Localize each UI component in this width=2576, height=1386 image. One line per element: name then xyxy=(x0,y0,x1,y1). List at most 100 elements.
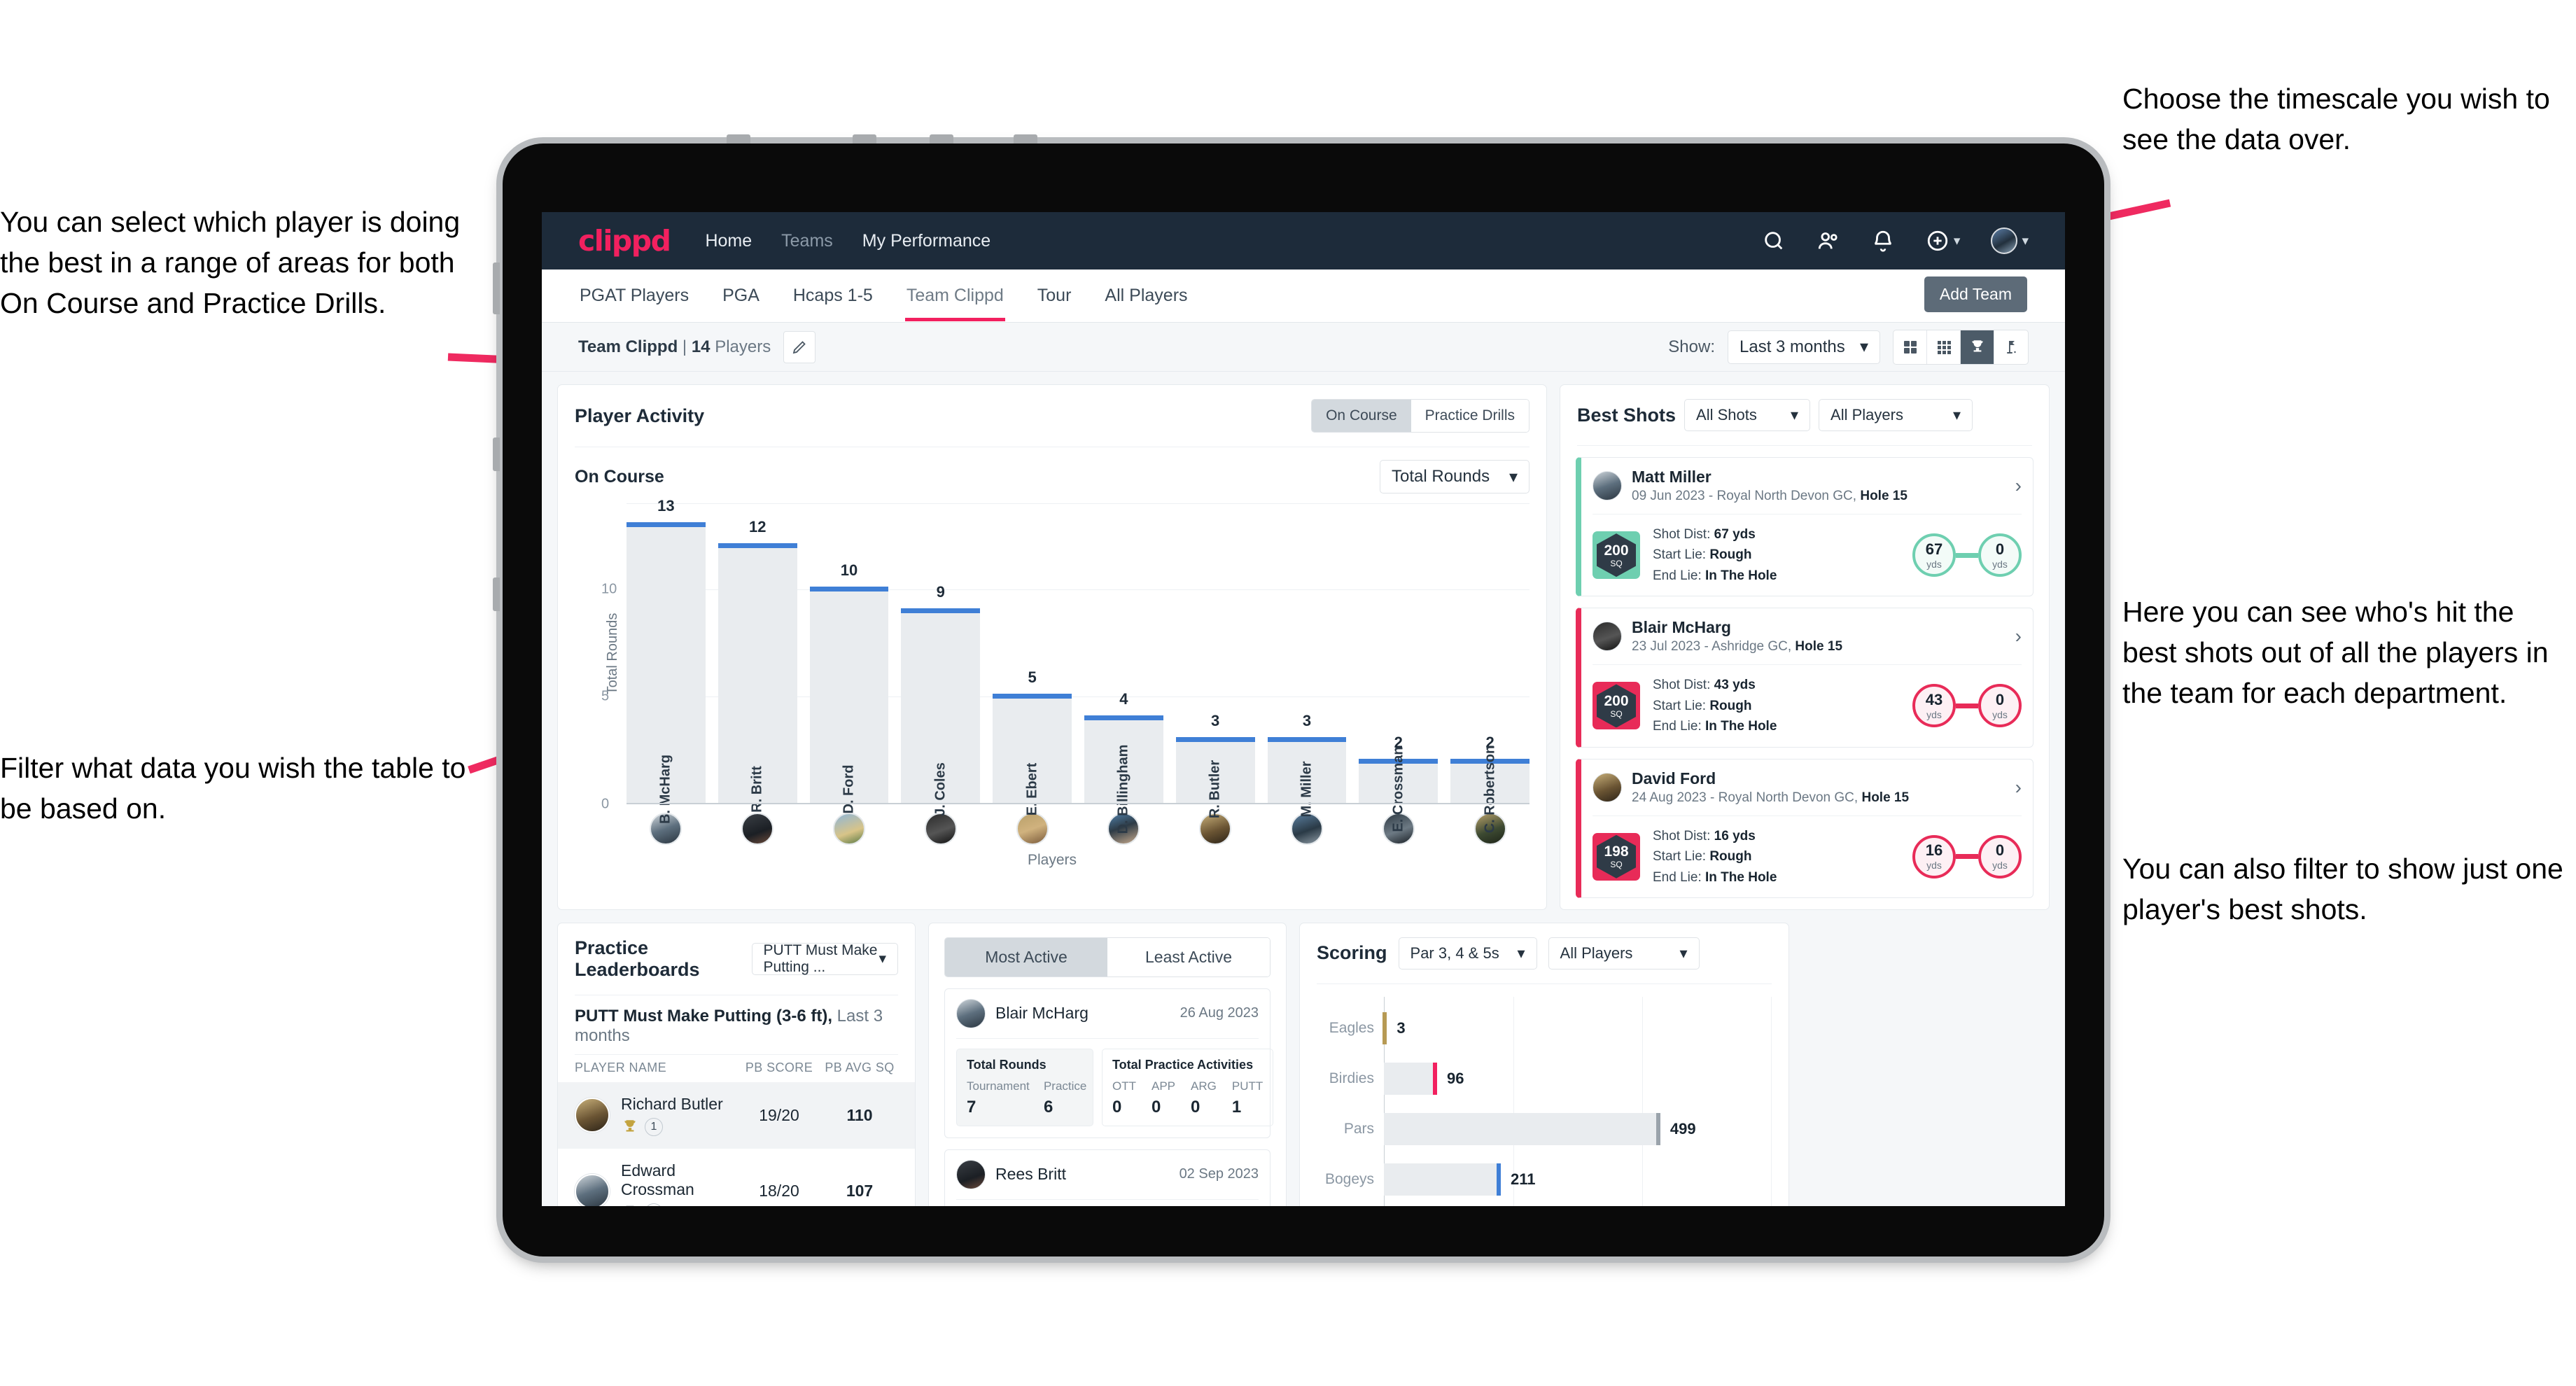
search-icon[interactable] xyxy=(1762,229,1786,253)
bar[interactable]: D. Ford xyxy=(809,586,889,814)
bar-column: 2 C. Robertson xyxy=(1450,503,1530,833)
trophy-icon[interactable] xyxy=(1961,330,1994,364)
device-button xyxy=(727,134,750,144)
tab-pga[interactable]: PGA xyxy=(721,270,761,321)
clippd-logo[interactable]: clippd xyxy=(578,224,671,258)
best-shot-card[interactable]: Blair McHarg 23 Jul 2023 - Ashridge GC, H… xyxy=(1576,608,2033,748)
shot-quality-badge: 198 SQ xyxy=(1592,832,1640,881)
scoring-bar-row: Pars 499 xyxy=(1317,1112,1772,1145)
avatar[interactable] xyxy=(1991,227,2018,254)
y-tick-10: 10 xyxy=(601,581,617,597)
tab-most-active[interactable]: Most Active xyxy=(945,937,1107,976)
best-shot-card[interactable]: Matt Miller 09 Jun 2023 - Royal North Dev… xyxy=(1576,457,2033,597)
separator: | xyxy=(682,337,687,356)
tab-pgat-players[interactable]: PGAT Players xyxy=(578,270,690,321)
timescale-select[interactable]: Last 3 months ▾ xyxy=(1728,330,1880,364)
chevron-right-icon[interactable]: › xyxy=(2015,625,2022,648)
top-navigation-bar: clippd Home Teams My Performance ▾ ▾ xyxy=(542,212,2065,270)
end-lie: End Lie: In The Hole xyxy=(1653,719,1777,734)
bar[interactable]: B. McHarg xyxy=(626,522,706,824)
player-avatar[interactable] xyxy=(718,813,797,845)
scoring-bar[interactable] xyxy=(1384,1112,1660,1145)
player-activity-header: Player Activity On Course Practice Drill… xyxy=(558,385,1546,447)
bar[interactable]: E. Crossman xyxy=(1359,746,1438,832)
best-shots-player-select[interactable]: All Players ▾ xyxy=(1819,399,1973,431)
scoring-bar[interactable] xyxy=(1384,1163,1501,1196)
tab-team-clippd[interactable]: Team Clippd xyxy=(904,270,1005,321)
scoring-category-label: Bogeys xyxy=(1324,1170,1374,1187)
people-icon[interactable] xyxy=(1816,229,1840,253)
bar[interactable]: E. Ebert xyxy=(993,694,1072,816)
pb-score-value: 18/20 xyxy=(759,1182,799,1200)
bar-cap xyxy=(809,586,889,592)
practice-activities-box: Total Practice Activities OTT 0 APP 0 ARG 0 PUT… xyxy=(1102,1048,1274,1126)
table-row[interactable]: Richard Butler 1 19/20 110 xyxy=(558,1082,915,1149)
tablet-device: clippd Home Teams My Performance ▾ ▾ PGA… xyxy=(493,134,2104,1256)
scoring-title: Scoring xyxy=(1317,942,1387,964)
distance-dumbbell: 67 yds 0 yds xyxy=(1912,533,2022,578)
chevron-right-icon[interactable]: › xyxy=(2015,776,2022,799)
player-avatar[interactable] xyxy=(810,813,889,845)
bar[interactable]: R. Butler xyxy=(1175,736,1255,818)
scoring-player-select[interactable]: All Players ▾ xyxy=(1548,937,1700,969)
drill-select[interactable]: PUTT Must Make Putting ... ▾ xyxy=(751,942,898,975)
trophy-icon xyxy=(626,1205,634,1206)
pencil-icon xyxy=(792,340,806,354)
best-shot-card[interactable]: David Ford 24 Aug 2023 - Royal North Devo… xyxy=(1576,758,2033,898)
chevron-down-icon[interactable]: ▾ xyxy=(1954,233,1961,249)
nav-link-home[interactable]: Home xyxy=(705,231,752,251)
nav-link-teams[interactable]: Teams xyxy=(781,231,833,251)
segment-practice-drills[interactable]: Practice Drills xyxy=(1410,400,1529,432)
bar-value: 3 xyxy=(1211,711,1220,729)
bar-column: 13 B. McHarg xyxy=(626,497,706,824)
nav-link-my-performance[interactable]: My Performance xyxy=(862,231,990,251)
metric-select[interactable]: Total Rounds ▾ xyxy=(1380,460,1530,493)
bar[interactable]: C. Robertson xyxy=(1450,746,1530,833)
player-avatar[interactable] xyxy=(993,813,1072,845)
tab-least-active[interactable]: Least Active xyxy=(1107,937,1270,976)
tab-tour[interactable]: Tour xyxy=(1036,270,1073,321)
segment-on-course[interactable]: On Course xyxy=(1312,400,1411,432)
best-shots-card: Best Shots All Shots ▾ All Players ▾ Mat… xyxy=(1560,384,2050,910)
bell-icon[interactable] xyxy=(1871,229,1895,253)
chevron-down-icon[interactable]: ▾ xyxy=(2022,233,2029,249)
bar-tip xyxy=(1382,1011,1387,1044)
par-select[interactable]: Par 3, 4 & 5s ▾ xyxy=(1398,937,1537,969)
plus-circle-icon[interactable] xyxy=(1926,229,1949,253)
x-axis-label: Players xyxy=(1027,852,1077,868)
shot-type-select[interactable]: All Shots ▾ xyxy=(1684,399,1811,431)
bar[interactable]: M. Miller xyxy=(1267,736,1347,818)
divider xyxy=(1317,983,1772,984)
avatar xyxy=(575,1098,610,1133)
sq-unit: SQ xyxy=(1610,708,1623,719)
flag-icon[interactable] xyxy=(1994,330,2028,364)
player-avatar[interactable] xyxy=(1268,813,1347,845)
tab-hcaps-1-5[interactable]: Hcaps 1-5 xyxy=(792,270,874,321)
edit-team-button[interactable] xyxy=(783,330,816,363)
dashboard-row-bottom: Practice Leaderboards PUTT Must Make Put… xyxy=(557,922,2050,1206)
grid-small-icon[interactable] xyxy=(1927,330,1961,364)
chevron-right-icon[interactable]: › xyxy=(2015,475,2022,497)
shot-player-name: David Ford xyxy=(1632,769,1716,788)
shot-details: Shot Dist: 43 yds Start Lie: Rough End Lie… xyxy=(1653,675,1777,736)
show-label: Show: xyxy=(1668,337,1715,356)
grid-large-icon[interactable] xyxy=(1893,330,1927,364)
pb-avg-sq-value: 107 xyxy=(846,1182,874,1200)
table-row[interactable]: Edward Crossman 2 18/20 107 xyxy=(558,1149,915,1206)
bar[interactable]: R. Britt xyxy=(718,543,797,813)
player-avatar[interactable] xyxy=(901,813,980,845)
y-tick-5: 5 xyxy=(601,688,610,704)
bar[interactable]: D. Billingham xyxy=(1084,715,1163,834)
tab-all-players[interactable]: All Players xyxy=(1103,270,1189,321)
course-practice-toggle: On Course Practice Drills xyxy=(1311,399,1530,433)
scoring-bar[interactable] xyxy=(1382,1011,1387,1044)
bar-cap xyxy=(626,522,706,527)
distance-from: 43 yds xyxy=(1912,684,1956,728)
bar-tip xyxy=(1432,1062,1437,1095)
activity-entry[interactable]: Rees Britt02 Sep 2023Total RoundsTournam… xyxy=(944,1149,1270,1206)
end-lie: End Lie: In The Hole xyxy=(1653,568,1777,583)
activity-entry[interactable]: Blair McHarg 26 Aug 2023 Total Rounds Tourn… xyxy=(944,988,1274,1138)
scoring-bar[interactable] xyxy=(1384,1062,1437,1095)
bar[interactable]: J. Coles xyxy=(901,608,981,816)
scoring-bar-value: 3 xyxy=(1396,1018,1406,1037)
